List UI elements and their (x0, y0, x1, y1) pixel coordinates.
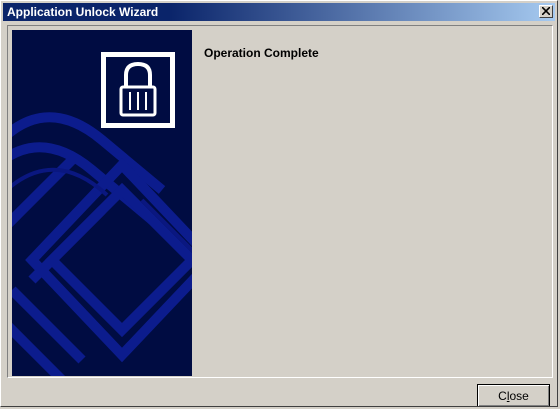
wizard-window: Application Unlock Wizard Operation Comp… (0, 0, 558, 407)
title-close-button[interactable] (539, 5, 553, 18)
close-label-suffix: ose (509, 388, 529, 403)
window-title: Application Unlock Wizard (7, 5, 159, 19)
close-button[interactable]: Close (477, 384, 550, 406)
close-label-prefix: C (498, 388, 507, 403)
wizard-body: Operation Complete (7, 25, 553, 378)
wizard-side-banner (12, 30, 192, 376)
close-icon (542, 7, 550, 15)
padlock-icon (101, 52, 175, 128)
page-heading: Operation Complete (204, 46, 319, 60)
title-bar[interactable]: Application Unlock Wizard (3, 3, 555, 21)
wizard-graphic (12, 52, 192, 376)
